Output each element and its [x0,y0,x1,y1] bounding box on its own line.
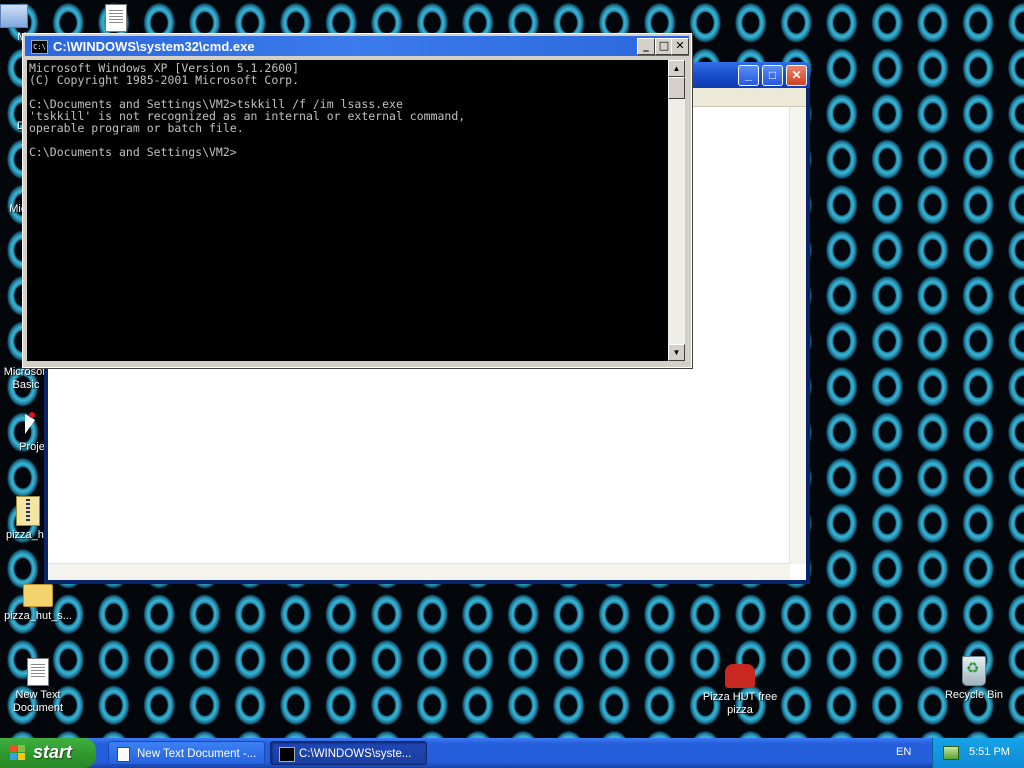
cmd-title-bar[interactable]: C:\ C:\WINDOWS\system32\cmd.exe _ □ ✕ [25,36,689,56]
minimize-button[interactable]: _ [738,65,759,86]
taskbar: start New Text Document -... C:\WINDOWS\… [0,738,1024,768]
scroll-up-arrow-icon[interactable]: ▲ [668,60,685,77]
cmd-window-title: C:\WINDOWS\system32\cmd.exe [53,39,255,54]
system-tray: 5:51 PM [932,738,1024,768]
start-button[interactable]: start [0,738,96,768]
project-icon [21,412,43,438]
scroll-thumb[interactable] [668,77,685,99]
scroll-down-arrow-icon[interactable]: ▼ [668,344,685,361]
close-button[interactable]: ✕ [786,65,807,86]
maximize-button[interactable]: □ [762,65,783,86]
zip-file-icon [16,496,40,526]
minimize-button[interactable]: _ [637,38,655,55]
cmd-window[interactable]: C:\ C:\WINDOWS\system32\cmd.exe _ □ ✕ Mi… [22,33,692,368]
console-output[interactable]: Microsoft Windows XP [Version 5.1.2600] … [27,60,668,361]
language-indicator[interactable]: EN [896,746,911,758]
clock[interactable]: 5:51 PM [969,746,1010,758]
windows-logo-icon [10,745,26,761]
taskbar-button-cmd[interactable]: C:\WINDOWS\syste... [270,741,427,765]
cmd-app-icon[interactable]: C:\ [31,40,48,54]
task-label: C:\WINDOWS\syste... [299,748,412,760]
computer-icon [0,4,28,28]
console-text: Microsoft Windows XP [Version 5.1.2600] … [29,61,466,159]
folder-icon [23,584,53,607]
recycle-bin-icon [962,656,986,686]
desktop-icon-recycle-bin[interactable]: Recycle Bin [936,656,1012,702]
telephone-icon [725,664,755,688]
desktop-icon-label: Recycle Bin [944,689,1004,701]
desktop-icon-new-text-document[interactable]: New Text Document [0,658,76,715]
task-label: New Text Document -... [137,748,257,760]
taskbar-button-notepad[interactable]: New Text Document -... [108,741,265,765]
desktop-icon-file[interactable] [78,4,154,35]
start-label: start [33,742,73,762]
document-icon [105,4,127,32]
notepad-icon [117,747,130,762]
text-document-icon [27,658,49,686]
desktop-icon-label: pizza_hut_s... [4,610,72,622]
close-button[interactable]: ✕ [671,38,689,55]
horizontal-scrollbar[interactable] [48,563,790,580]
console-vertical-scrollbar[interactable]: ▲ ▼ [668,60,685,361]
vertical-scrollbar[interactable] [789,107,806,564]
desktop-icon-label: New Text Document [12,689,64,714]
desktop-icon-pizza-hut-free-pizza[interactable]: Pizza HUT free pizza [702,658,778,717]
network-icon[interactable] [943,746,959,760]
cmd-icon [279,747,295,762]
desktop-icon-label: Pizza HUT free pizza [702,691,778,716]
